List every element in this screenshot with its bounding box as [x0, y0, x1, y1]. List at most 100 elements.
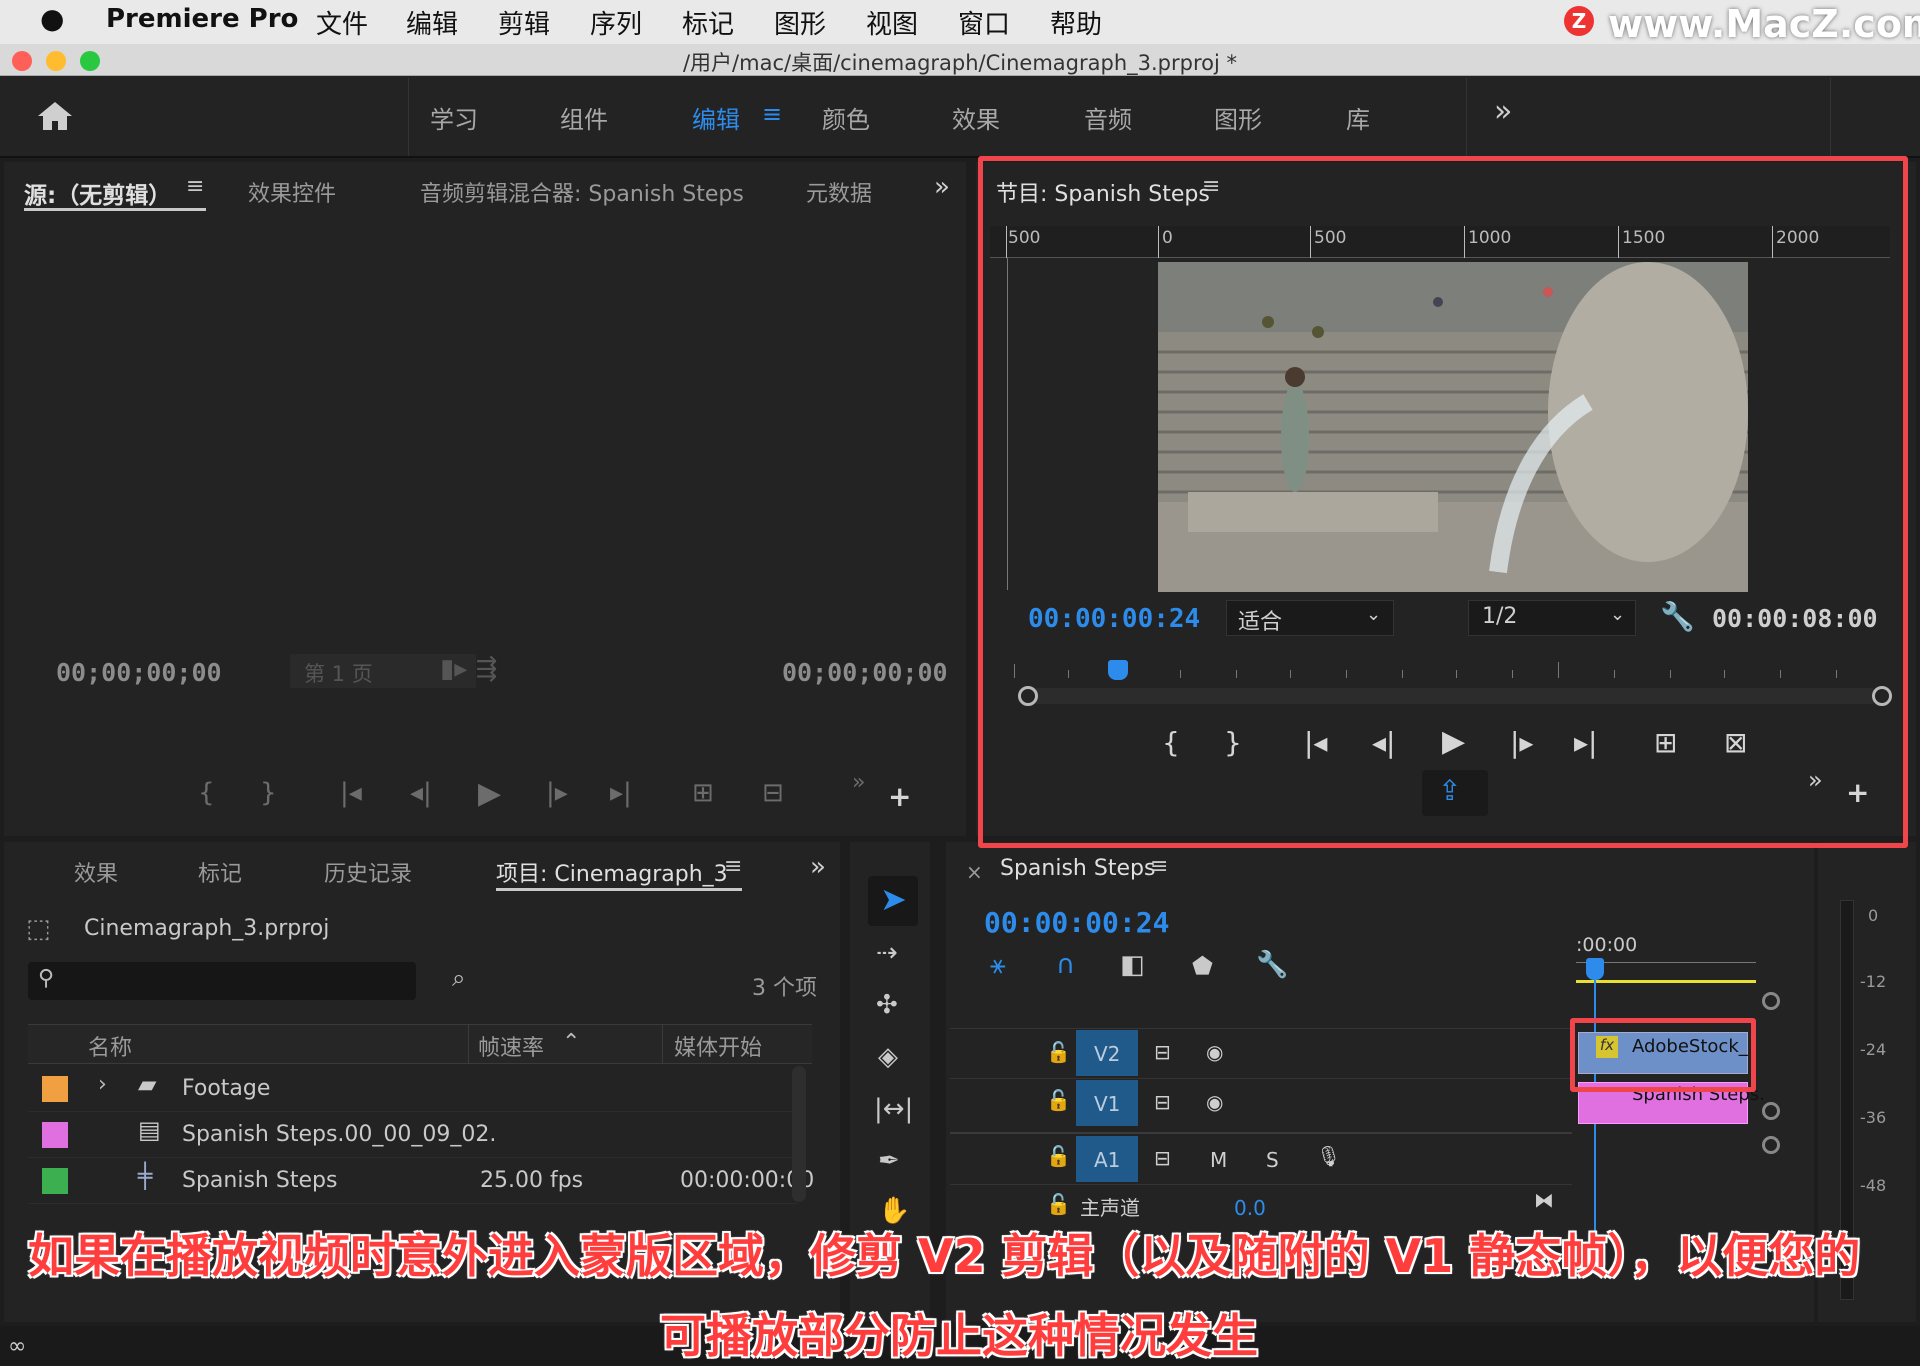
disclosure-chevron-icon[interactable]: › [98, 1072, 107, 1097]
source-goto-out-icon[interactable]: ▸| [610, 778, 632, 808]
menu-item-sequence[interactable]: 序列 [590, 4, 642, 41]
workspace-learn[interactable]: 学习 [430, 100, 478, 135]
track-select-tool-icon[interactable]: ⇢ [876, 938, 898, 968]
timeline-ruler-start: :00:00 [1576, 934, 1638, 956]
column-media-start[interactable]: 媒体开始 [674, 1030, 762, 1062]
a1-sync-lock-icon[interactable]: ⊟ [1154, 1146, 1171, 1170]
workspace-menu-icon[interactable]: ≡ [762, 100, 782, 128]
menu-item-view[interactable]: 视图 [866, 4, 918, 41]
v1-visibility-eye-icon[interactable]: ◉ [1206, 1090, 1223, 1114]
source-mark-out-icon[interactable]: } [260, 778, 277, 808]
project-overflow-icon[interactable]: » [810, 852, 826, 882]
a1-mute-button[interactable]: M [1210, 1148, 1227, 1172]
project-panel-menu-icon[interactable]: ≡ [724, 854, 742, 879]
source-play-icon[interactable]: ▶ [478, 776, 501, 811]
source-film-icon[interactable]: ▮▸ ⇶ [440, 654, 497, 684]
close-window-button[interactable] [12, 51, 32, 71]
meter-label-12: -12 [1860, 972, 1887, 991]
tab-markers[interactable]: 标记 [198, 856, 242, 888]
a1-label: A1 [1094, 1148, 1121, 1172]
nest-toggle-icon[interactable]: ⚹ [990, 950, 1006, 981]
tab-history[interactable]: 历史记录 [324, 856, 412, 888]
timeline-a-scroll-handle[interactable] [1762, 1136, 1780, 1154]
project-row[interactable]: ▤ Spanish Steps.00_00_09_02. [28, 1112, 798, 1158]
menu-item-window[interactable]: 窗口 [958, 4, 1010, 41]
source-overwrite-icon[interactable]: ⊟ [762, 778, 784, 808]
close-sequence-icon[interactable]: × [966, 860, 983, 884]
v1-lock-icon[interactable]: 🔓 [1046, 1088, 1071, 1112]
v2-visibility-eye-icon[interactable]: ◉ [1206, 1040, 1223, 1064]
menu-item-file[interactable]: 文件 [316, 4, 368, 41]
pen-tool-icon[interactable]: ✒ [878, 1146, 900, 1176]
workspace-effects[interactable]: 效果 [952, 100, 1000, 135]
linked-selection-icon[interactable]: ◧ [1120, 950, 1145, 980]
razor-tool-icon[interactable]: ◈ [878, 1042, 898, 1072]
creative-cloud-icon[interactable]: ∞ [8, 1334, 26, 1359]
workspace-editing[interactable]: 编辑 [692, 100, 740, 135]
menu-item-clip[interactable]: 剪辑 [498, 4, 550, 41]
menu-item-marker[interactable]: 标记 [682, 4, 734, 41]
tab-effects[interactable]: 效果 [74, 856, 118, 888]
master-track-label: 主声道 [1080, 1196, 1140, 1220]
workspace-graphics[interactable]: 图形 [1214, 100, 1262, 135]
minimize-window-button[interactable] [46, 51, 66, 71]
source-panel-menu-icon[interactable]: ≡ [186, 174, 204, 199]
timeline-v-scroll-handle[interactable] [1762, 992, 1780, 1010]
workspace-color[interactable]: 颜色 [822, 100, 870, 135]
timeline-playhead-marker[interactable] [1586, 958, 1604, 980]
workspace-audio[interactable]: 音频 [1084, 100, 1132, 135]
source-panel [4, 162, 966, 836]
source-step-forward-icon[interactable]: |▸ [546, 778, 568, 808]
a1-lock-icon[interactable]: 🔓 [1046, 1144, 1071, 1168]
workspace-libraries[interactable]: 库 [1346, 100, 1370, 135]
master-volume-value[interactable]: 0.0 [1234, 1196, 1266, 1220]
source-add-button-icon[interactable]: + [888, 780, 911, 813]
home-icon[interactable] [36, 100, 74, 132]
work-area-bar[interactable] [1576, 980, 1756, 983]
zoom-window-button[interactable] [80, 51, 100, 71]
timeline-timecode[interactable]: 00:00:00:24 [984, 906, 1169, 939]
project-search-input[interactable] [28, 962, 416, 1000]
snap-magnet-icon[interactable]: ∩ [1056, 950, 1075, 980]
v2-lock-icon[interactable]: 🔓 [1046, 1040, 1071, 1064]
label-color-swatch [42, 1076, 68, 1102]
sort-ascending-icon[interactable]: ⌃ [562, 1030, 580, 1055]
source-overflow-icon[interactable]: » [934, 172, 950, 202]
project-scrollbar[interactable] [792, 1066, 806, 1202]
ripple-edit-tool-icon[interactable]: ✣ [876, 990, 898, 1020]
slip-tool-icon[interactable]: |↔| [874, 1094, 913, 1124]
source-mark-in-icon[interactable]: { [198, 778, 215, 808]
workspace-overflow-icon[interactable]: » [1494, 94, 1512, 129]
timeline-v-scroll-handle[interactable] [1762, 1102, 1780, 1120]
find-icon[interactable]: ⌕ [452, 964, 465, 992]
source-controls-overflow-icon[interactable]: » [852, 770, 865, 795]
source-goto-in-icon[interactable]: |◂ [340, 778, 362, 808]
workspace-assembly[interactable]: 组件 [560, 100, 608, 135]
timeline-title[interactable]: Spanish Steps [1000, 856, 1155, 881]
apple-icon[interactable]: ● [40, 2, 64, 35]
v2-sync-lock-icon[interactable]: ⊟ [1154, 1040, 1171, 1064]
tab-source[interactable]: 源:（无剪辑） [24, 176, 171, 210]
menu-item-edit[interactable]: 编辑 [406, 4, 458, 41]
timeline-settings-wrench-icon[interactable]: 🔧 [1256, 950, 1288, 980]
project-row[interactable]: ╪ Spanish Steps 25.00 fps 00:00:00:00 [28, 1158, 814, 1204]
a1-voiceover-mic-icon[interactable]: 🎙 [1316, 1144, 1341, 1168]
menu-item-help[interactable]: 帮助 [1050, 4, 1102, 41]
column-frame-rate[interactable]: 帧速率 [478, 1030, 544, 1062]
app-menu[interactable]: Premiere Pro [106, 4, 298, 34]
column-name[interactable]: 名称 [88, 1030, 132, 1062]
add-marker-icon[interactable]: ⬟ [1192, 952, 1213, 980]
tab-audio-clip-mixer[interactable]: 音频剪辑混合器: Spanish Steps [420, 176, 744, 208]
tab-project[interactable]: 项目: Cinemagraph_3 [496, 856, 728, 888]
timeline-menu-icon[interactable]: ≡ [1150, 854, 1168, 879]
tab-effect-controls[interactable]: 效果控件 [248, 176, 336, 208]
master-go-to-icon[interactable]: ⧓ [1534, 1188, 1554, 1212]
master-lock-icon[interactable]: 🔓 [1046, 1192, 1071, 1216]
project-row[interactable]: › ▰ Footage [28, 1066, 798, 1112]
a1-solo-button[interactable]: S [1266, 1148, 1279, 1172]
menu-item-graphics[interactable]: 图形 [774, 4, 826, 41]
source-step-back-icon[interactable]: ◂| [410, 778, 432, 808]
source-insert-icon[interactable]: ⊞ [692, 778, 714, 808]
tab-metadata[interactable]: 元数据 [806, 176, 872, 208]
v1-sync-lock-icon[interactable]: ⊟ [1154, 1090, 1171, 1114]
